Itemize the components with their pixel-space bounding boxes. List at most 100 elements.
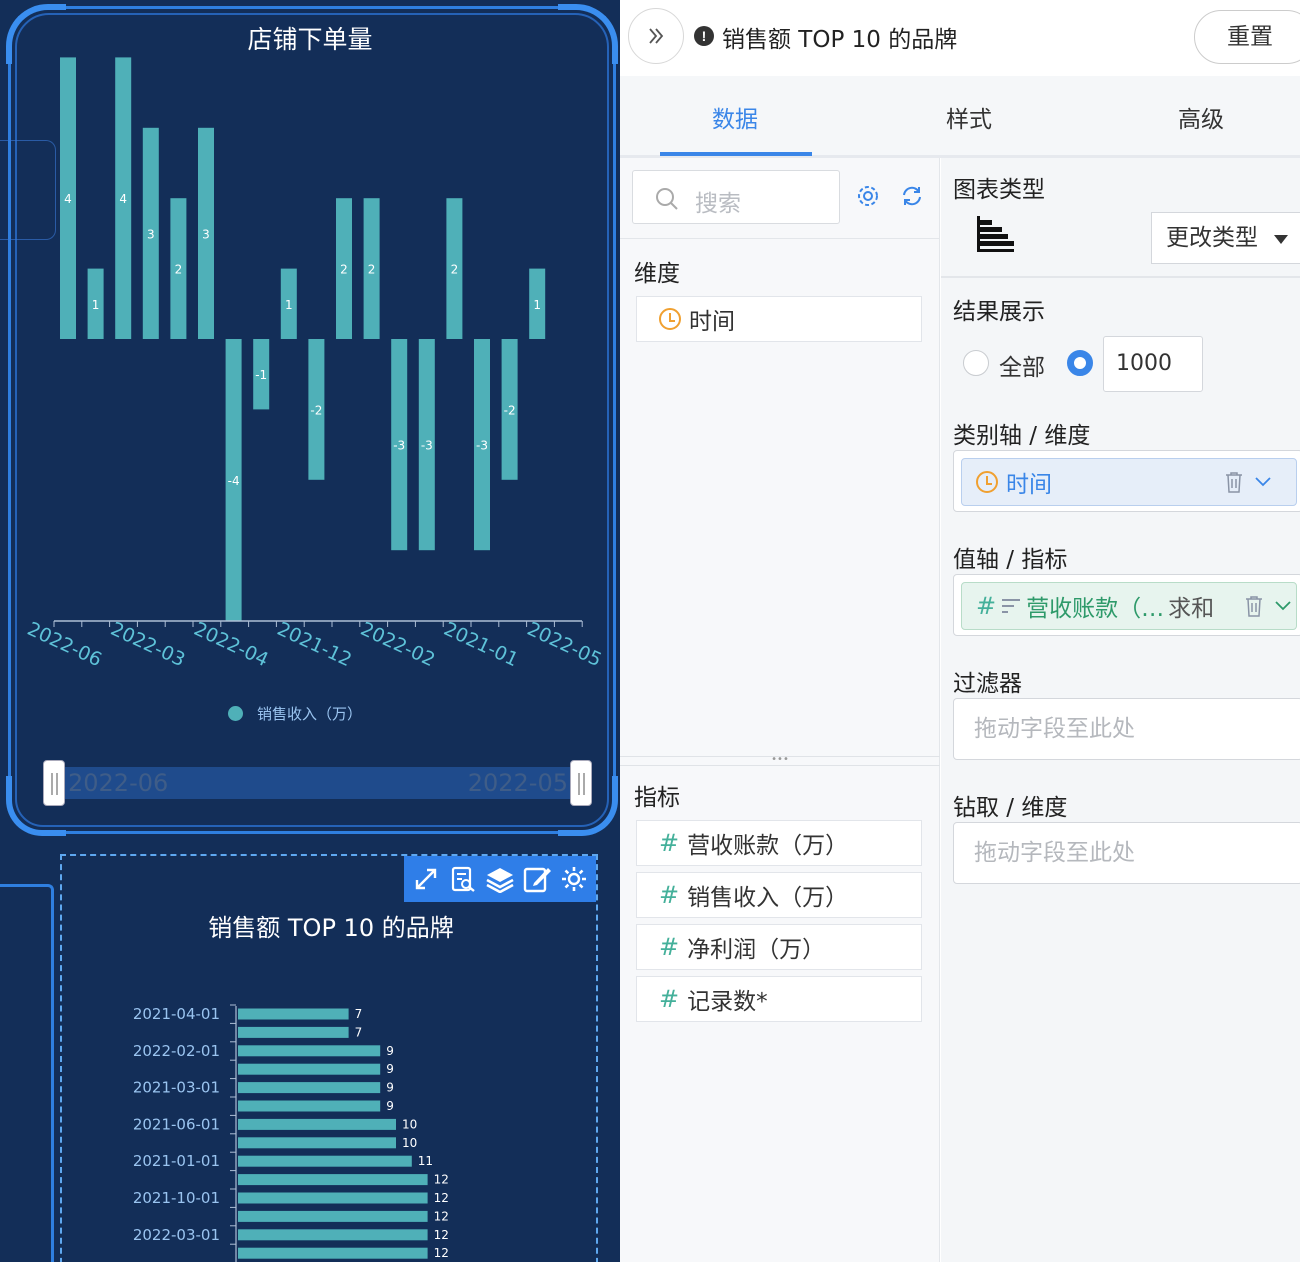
clock-icon <box>976 471 998 493</box>
chart-bar[interactable] <box>238 1137 396 1149</box>
drill-dropzone[interactable]: 拖动字段至此处 <box>953 822 1300 884</box>
chevron-down-icon[interactable] <box>1254 476 1272 488</box>
filter-dropzone[interactable]: 拖动字段至此处 <box>953 698 1300 760</box>
zoom-end-label: 2022-05 <box>467 769 568 797</box>
edit-icon[interactable] <box>521 863 553 895</box>
bar-value-label: 12 <box>434 1173 449 1187</box>
chart-bar[interactable] <box>238 1008 349 1020</box>
zoom-start-label: 2022-06 <box>68 769 169 797</box>
chart-bar[interactable] <box>238 1082 381 1094</box>
change-type-dropdown[interactable]: 更改类型 <box>1151 212 1300 264</box>
horizontal-bar-chart-icon <box>977 216 1014 252</box>
top10-chart-card[interactable]: 销售额 TOP 10 的品牌 7 7 9 9 9 9 10 10 11 12 12 12 12 12 202… <box>60 854 598 1262</box>
resize-divider[interactable]: ••• <box>620 755 940 766</box>
y-tick-label: 2021-06-01 <box>133 1115 220 1133</box>
bar-value-label: 12 <box>434 1246 449 1260</box>
bar-value-label: 10 <box>402 1117 417 1131</box>
number-icon: # <box>659 829 680 857</box>
x-tick-label: 2022-04 <box>191 618 272 671</box>
chart-type-title: 图表类型 <box>953 177 1045 203</box>
bar-value-label: 1 <box>533 298 541 312</box>
value-field-pill[interactable]: # 营收账款（… 求和 <box>961 582 1297 630</box>
dimension-field-time[interactable]: 时间 <box>636 296 922 342</box>
search-icon <box>656 188 678 210</box>
category-axis-title: 类别轴 / 维度 <box>953 423 1091 449</box>
chart-bar[interactable] <box>238 1045 381 1057</box>
trash-icon[interactable] <box>1224 471 1244 493</box>
chart-bar[interactable] <box>238 1192 428 1204</box>
clock-icon <box>659 308 681 330</box>
chart-bar[interactable] <box>238 1229 428 1241</box>
chart-bar[interactable] <box>238 1210 428 1222</box>
field-label: 记录数* <box>687 989 768 1015</box>
radio-limit[interactable] <box>1067 350 1093 376</box>
zoom-handle-left[interactable] <box>43 760 65 806</box>
field-settings-icon[interactable] <box>856 184 880 208</box>
tab-data[interactable]: 数据 <box>712 100 758 134</box>
measure-field[interactable]: # 记录数* <box>636 976 922 1022</box>
card-frame-partial <box>0 884 54 1262</box>
radio-all[interactable] <box>963 350 989 376</box>
dimensions-title: 维度 <box>634 261 680 287</box>
panel-tabs: 数据 样式 高级 <box>620 76 1300 158</box>
data-view-icon[interactable] <box>447 863 479 895</box>
gear-icon[interactable] <box>558 863 590 895</box>
measure-field[interactable]: # 营收账款（万） <box>636 820 922 866</box>
x-tick-label: 2022-03 <box>107 618 188 671</box>
measure-field[interactable]: # 净利润（万） <box>636 924 922 970</box>
reset-button[interactable]: 重置 <box>1194 10 1300 64</box>
chart-editor-panel: ! 销售额 TOP 10 的品牌 重置 数据 样式 高级 搜索 维度 时间 ••… <box>620 0 1300 1262</box>
bar-value-label: -1 <box>255 368 267 382</box>
x-tick-label: 2021-01 <box>440 618 521 671</box>
chart-bar[interactable] <box>238 1155 412 1167</box>
bar-value-label: 4 <box>119 192 127 206</box>
sort-icon[interactable] <box>1000 595 1022 617</box>
field-search-input[interactable]: 搜索 <box>632 170 840 224</box>
bar-value-label: -4 <box>228 474 240 488</box>
chart-bar[interactable] <box>238 1118 396 1130</box>
pill-label: 时间 <box>1006 472 1052 498</box>
tab-style[interactable]: 样式 <box>946 100 992 134</box>
bar-value-label: 1 <box>285 298 293 312</box>
bar-value-label: 3 <box>202 227 210 241</box>
chart-bar[interactable] <box>238 1247 428 1259</box>
chevron-down-icon[interactable] <box>1274 600 1292 612</box>
field-list: 搜索 维度 时间 ••• 指标 # 营收账款（万） # 销售收入（万） # 净利… <box>620 158 940 1262</box>
y-tick-label: 2022-03-01 <box>133 1226 220 1244</box>
pill-tools <box>1244 595 1292 617</box>
field-label: 营收账款（万） <box>687 833 849 859</box>
pill-tools <box>1224 471 1272 493</box>
bar-value-label: -3 <box>393 439 405 453</box>
measure-field[interactable]: # 销售收入（万） <box>636 872 922 918</box>
trash-icon[interactable] <box>1244 595 1264 617</box>
refresh-icon[interactable] <box>900 184 924 208</box>
chart-bar[interactable] <box>238 1063 381 1075</box>
bar-value-label: 2 <box>175 263 183 277</box>
chart-bar[interactable] <box>238 1100 381 1112</box>
zoom-slider-track[interactable]: 2022-06 2022-05 <box>54 767 582 799</box>
pill-label: 营收账款（… <box>1026 596 1165 622</box>
chart-legend[interactable]: 销售收入（万） <box>228 703 362 724</box>
bar-value-label: -2 <box>504 403 516 417</box>
limit-input[interactable]: 1000 <box>1103 336 1203 392</box>
panel-header: ! 销售额 TOP 10 的品牌 重置 <box>620 0 1300 76</box>
bar-value-label: 11 <box>418 1154 433 1168</box>
aggregation-label[interactable]: 求和 <box>1168 589 1214 623</box>
collapse-panel-button[interactable] <box>628 8 684 64</box>
x-tick-label: 2021-12 <box>274 618 355 671</box>
search-placeholder: 搜索 <box>695 191 741 217</box>
y-tick-label: 2022-02-01 <box>133 1042 220 1060</box>
bar-value-label: 2 <box>368 263 376 277</box>
y-tick-label: 2021-04-01 <box>133 1005 220 1023</box>
tab-advanced[interactable]: 高级 <box>1178 100 1224 134</box>
chart-bar[interactable] <box>238 1174 428 1186</box>
layers-icon[interactable] <box>484 863 516 895</box>
bar-value-label: 12 <box>434 1209 449 1223</box>
category-field-pill[interactable]: 时间 <box>961 458 1297 506</box>
panel-title: 销售额 TOP 10 的品牌 <box>722 27 958 53</box>
divider <box>620 238 940 239</box>
chart-bar[interactable] <box>238 1026 349 1038</box>
zoom-handle-right[interactable] <box>570 760 592 806</box>
bar-value-label: 2 <box>451 263 459 277</box>
expand-icon[interactable] <box>410 863 442 895</box>
